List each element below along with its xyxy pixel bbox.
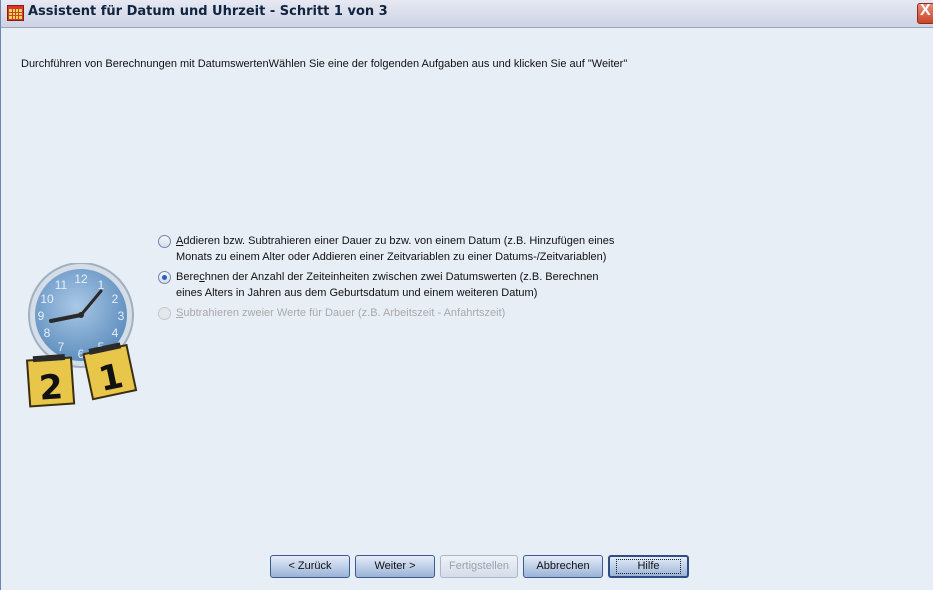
- clock-number: 7: [58, 340, 65, 354]
- clock-number: 3: [118, 309, 125, 323]
- option-subtract-durations[interactable]: Subtrahieren zweier Werte für Dauer (z.B…: [158, 305, 696, 321]
- clock-calendar-icon: 12 1 2 3 4 5 6 7 8 9 10 11 2 1: [25, 263, 138, 409]
- next-button[interactable]: Weiter >: [355, 555, 435, 578]
- option-label-line1: ubtrahieren zweier Werte für Dauer (z.B.…: [183, 307, 506, 319]
- option-add-subtract-duration[interactable]: Addieren bzw. Subtrahieren einer Dauer z…: [158, 233, 696, 265]
- clock-number: 4: [112, 326, 119, 340]
- option-label-line2: eines Alters in Jahren aus dem Geburtsda…: [176, 287, 538, 299]
- cancel-button[interactable]: Abbrechen: [523, 555, 603, 578]
- window-title: Assistent für Datum und Uhrzeit - Schrit…: [28, 4, 388, 19]
- clock-number: 10: [40, 292, 54, 306]
- finish-button[interactable]: Fertigstellen: [440, 555, 518, 578]
- clock-number: 8: [44, 326, 51, 340]
- clock-number: 11: [55, 278, 68, 292]
- date-time-wizard-dialog: Assistent für Datum und Uhrzeit - Schrit…: [0, 0, 933, 590]
- clock-number: 12: [74, 272, 88, 286]
- option-label-prefix: Bere: [176, 271, 200, 283]
- close-button[interactable]: X: [917, 2, 933, 24]
- help-button[interactable]: Hilfe: [608, 555, 689, 578]
- calendar-page-number: 2: [38, 367, 64, 409]
- option-label-line2: Monats zu einem Alter oder Addieren eine…: [176, 251, 607, 263]
- help-button-label: Hilfe: [616, 559, 681, 574]
- task-options: Addieren bzw. Subtrahieren einer Dauer z…: [158, 233, 696, 321]
- clock-number: 9: [38, 309, 45, 323]
- radio-add-subtract-duration[interactable]: [158, 235, 171, 248]
- back-button[interactable]: < Zurück: [270, 555, 350, 578]
- wizard-button-bar: < Zurück Weiter > Fertigstellen Abbreche…: [1, 555, 933, 579]
- radio-calculate-time-units[interactable]: [158, 271, 171, 284]
- radio-subtract-durations[interactable]: [158, 307, 171, 320]
- calendar-grid-icon: [7, 5, 24, 21]
- title-bar[interactable]: Assistent für Datum und Uhrzeit - Schrit…: [1, 0, 933, 28]
- instruction-text: Durchführen von Berechnungen mit Datumsw…: [21, 58, 628, 70]
- option-calculate-time-units[interactable]: Berechnen der Anzahl der Zeiteinheiten z…: [158, 269, 696, 301]
- option-label-line1: ddieren bzw. Subtrahieren einer Dauer zu…: [183, 235, 615, 247]
- option-label-line1: hnen der Anzahl der Zeiteinheiten zwisch…: [204, 271, 599, 283]
- clock-number: 2: [112, 292, 119, 306]
- close-icon: X: [920, 2, 931, 19]
